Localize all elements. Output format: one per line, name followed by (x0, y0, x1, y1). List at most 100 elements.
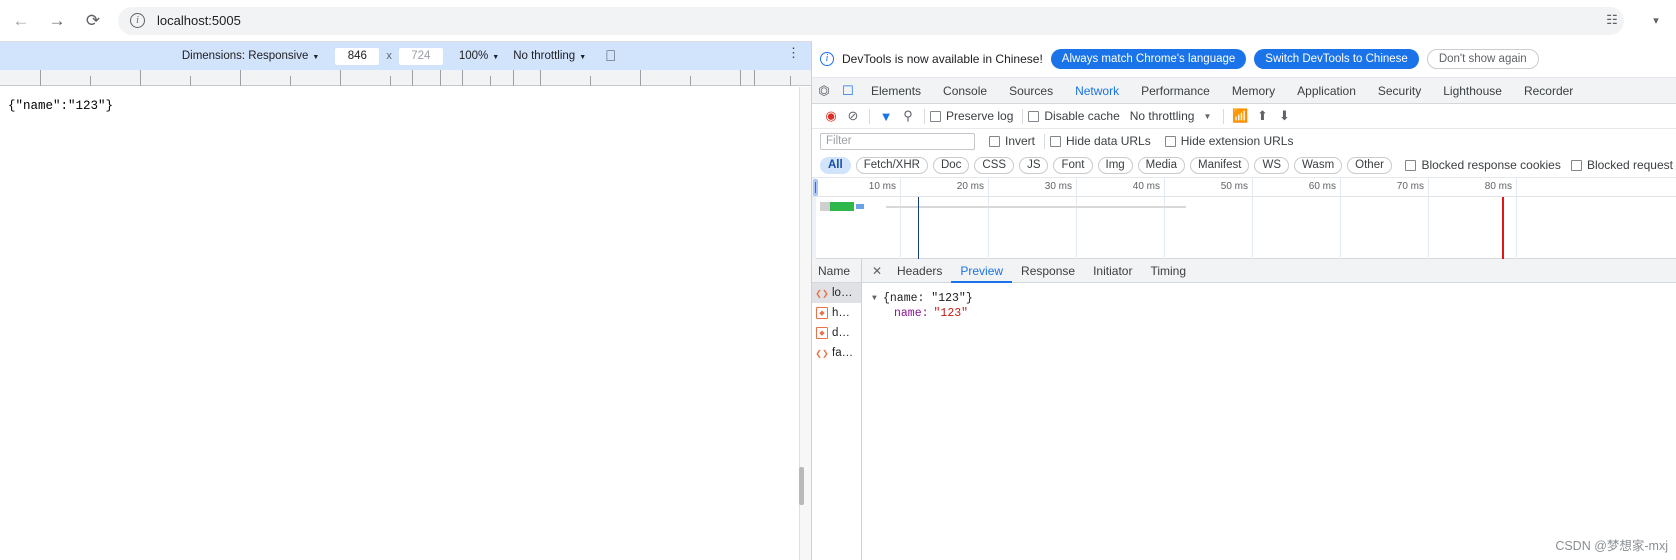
dimensions-dropdown[interactable]: Dimensions: Responsive ▼ (182, 50, 320, 62)
blocked-response-cookies-checkbox[interactable]: Blocked response cookies (1405, 158, 1561, 172)
hide-data-urls-checkbox[interactable]: Hide data URLs (1050, 134, 1151, 148)
resource-type-filters: All Fetch/XHR Doc CSS JS Font Img Media … (812, 153, 1676, 178)
tab-application[interactable]: Application (1286, 78, 1367, 104)
device-toolbar-more-icon[interactable]: ⋮ (787, 46, 800, 59)
request-list: Name ❮❯ lo… ◆ h… ◆ d… ❮❯ fa… (812, 259, 862, 560)
preserve-log-label: Preserve log (946, 109, 1014, 123)
dont-show-again-button[interactable]: Don't show again (1426, 49, 1539, 69)
chip-img[interactable]: Img (1097, 156, 1133, 174)
always-match-language-button[interactable]: Always match Chrome's language (1050, 49, 1247, 69)
filter-icon[interactable]: ▼ (875, 105, 897, 127)
back-icon[interactable]: ← (6, 6, 36, 36)
profile-icon[interactable]: ▾ (1642, 6, 1670, 34)
record-stop-icon[interactable]: ◉ (820, 105, 842, 127)
rotate-icon[interactable]: ⎕ (606, 48, 615, 65)
overview-load-marker (1502, 197, 1504, 259)
blocked-requests-checkbox[interactable]: Blocked request (1570, 158, 1673, 172)
json-doc-icon: ❮❯ (815, 348, 829, 358)
hide-extension-urls-checkbox[interactable]: Hide extension URLs (1164, 134, 1293, 148)
table-row[interactable]: ❮❯ lo… (812, 283, 861, 303)
address-bar[interactable]: i localhost:5005 (118, 6, 1624, 35)
chevron-down-icon: ▼ (492, 53, 500, 61)
translate-icon[interactable]: ☷ (1600, 8, 1624, 32)
disable-cache-checkbox[interactable]: Disable cache (1028, 109, 1120, 123)
chip-manifest[interactable]: Manifest (1190, 156, 1250, 174)
checkbox-box (1028, 110, 1040, 122)
tab-headers[interactable]: Headers (888, 259, 951, 283)
clear-icon[interactable]: ⊘ (842, 105, 864, 127)
width-input[interactable] (335, 47, 380, 65)
panel-resize-handle[interactable] (799, 467, 804, 505)
chip-media[interactable]: Media (1137, 156, 1185, 174)
filter-input[interactable]: Filter (820, 132, 975, 150)
preview-root-value: {name: "123"} (883, 292, 973, 305)
checkbox-box (1164, 135, 1176, 147)
chip-font[interactable]: Font (1053, 156, 1093, 174)
site-info-icon[interactable]: i (130, 13, 145, 28)
tab-timing[interactable]: Timing (1141, 259, 1195, 283)
tab-preview[interactable]: Preview (951, 259, 1013, 283)
tab-elements[interactable]: Elements (860, 78, 932, 104)
device-emulation-toolbar: Dimensions: Responsive ▼ x 100% ▼ No thr… (0, 42, 811, 70)
devtools-tab-bar: ⏣ ☐ Elements Console Sources Network Per… (812, 78, 1676, 104)
tab-lighthouse[interactable]: Lighthouse (1432, 78, 1513, 104)
network-conditions-icon[interactable]: 📶 (1229, 105, 1251, 127)
zoom-label: 100% (458, 50, 489, 62)
tab-network[interactable]: Network (1064, 78, 1130, 104)
overview-window-handle[interactable] (813, 179, 818, 196)
zoom-dropdown[interactable]: 100% ▼ (459, 50, 499, 62)
tab-initiator[interactable]: Initiator (1084, 259, 1141, 283)
overview-grid: 10 ms 20 ms 30 ms 40 ms 50 ms 60 ms 70 m… (812, 178, 1676, 259)
table-row[interactable]: ◆ h… (812, 303, 861, 323)
network-filter-row: Filter Invert Hide data URLs Hide extens… (812, 129, 1676, 153)
network-overview[interactable]: 10 ms 20 ms 30 ms 40 ms 50 ms 60 ms 70 m… (812, 178, 1676, 259)
tab-sources[interactable]: Sources (998, 78, 1064, 104)
request-list-column-name[interactable]: Name (812, 259, 861, 283)
export-har-icon[interactable]: ⬇ (1273, 105, 1295, 127)
tab-performance[interactable]: Performance (1130, 78, 1221, 104)
tab-security[interactable]: Security (1367, 78, 1432, 104)
overview-bar-waiting (820, 202, 830, 211)
table-row[interactable]: ◆ d… (812, 323, 861, 343)
inspect-element-icon[interactable]: ⏣ (812, 78, 836, 104)
tab-recorder[interactable]: Recorder (1513, 78, 1584, 104)
request-detail-tab-bar: ✕ Headers Preview Response Initiator Tim… (862, 259, 1676, 283)
chip-js[interactable]: JS (1019, 156, 1049, 174)
device-throttling-dropdown[interactable]: No throttling ▼ (513, 50, 586, 62)
preview-root-line[interactable]: ▼ {name: "123"} (872, 291, 1667, 306)
search-icon[interactable]: ⚲ (897, 105, 919, 127)
chip-css[interactable]: CSS (974, 156, 1015, 174)
table-row[interactable]: ❮❯ fa… (812, 343, 861, 363)
device-toolbar-icon[interactable]: ☐ (836, 78, 860, 104)
size-fields: x (333, 47, 445, 65)
chip-ws[interactable]: WS (1254, 156, 1289, 174)
tab-response[interactable]: Response (1012, 259, 1084, 283)
chip-doc[interactable]: Doc (932, 156, 970, 174)
tab-memory[interactable]: Memory (1221, 78, 1286, 104)
chevron-down-icon[interactable]: ▼ (1196, 105, 1218, 127)
xhr-icon: ◆ (816, 327, 828, 339)
import-har-icon[interactable]: ⬆ (1251, 105, 1273, 127)
preserve-log-checkbox[interactable]: Preserve log (930, 109, 1013, 123)
info-icon: i (820, 52, 834, 66)
forward-icon[interactable]: → (42, 6, 72, 36)
network-throttling-label[interactable]: No throttling (1130, 109, 1195, 123)
chip-all[interactable]: All (820, 156, 851, 174)
chip-other[interactable]: Other (1347, 156, 1392, 174)
invert-checkbox[interactable]: Invert (989, 134, 1035, 148)
preview-property-key: name: (894, 307, 929, 320)
xhr-icon: ◆ (816, 307, 828, 319)
chip-fetch-xhr[interactable]: Fetch/XHR (855, 156, 928, 174)
overview-tick-50ms: 50 ms (1220, 181, 1248, 192)
checkbox-box (930, 110, 941, 122)
close-icon[interactable]: ✕ (866, 259, 888, 283)
tab-console[interactable]: Console (932, 78, 998, 104)
invert-label: Invert (1005, 134, 1036, 148)
overview-bar-secondary (856, 204, 864, 209)
switch-devtools-language-button[interactable]: Switch DevTools to Chinese (1254, 49, 1419, 69)
toolbar-divider (869, 108, 870, 124)
expand-triangle-icon[interactable]: ▼ (872, 291, 883, 306)
height-input[interactable] (398, 47, 443, 65)
reload-icon[interactable]: ⟳ (78, 6, 108, 36)
chip-wasm[interactable]: Wasm (1294, 156, 1343, 174)
